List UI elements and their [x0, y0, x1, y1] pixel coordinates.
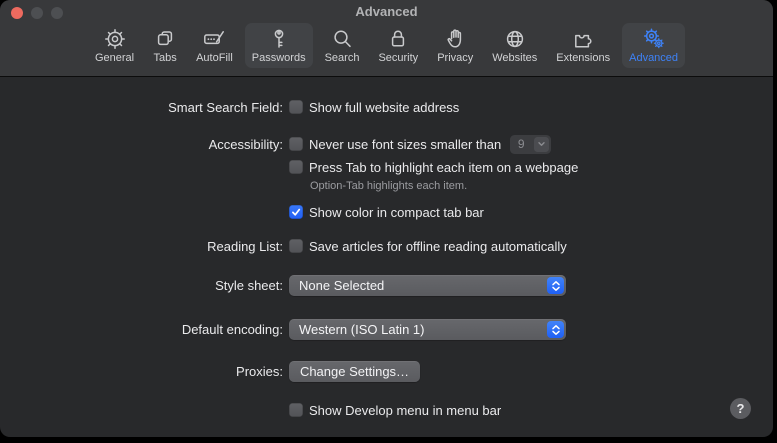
toolbar-tab-label: Websites — [492, 52, 537, 64]
font-size-select: 9 — [510, 135, 551, 154]
save-articles-offline-checkbox[interactable] — [289, 239, 303, 253]
check-icon — [291, 207, 301, 217]
help-button[interactable]: ? — [730, 398, 751, 419]
show-full-address-text: Show full website address — [309, 100, 459, 115]
key-icon — [267, 26, 291, 51]
toolbar-tab-tabs[interactable]: Tabs — [146, 23, 184, 68]
show-develop-menu-checkbox[interactable] — [289, 403, 303, 417]
toolbar-tab-label: General — [95, 52, 134, 64]
style-sheet-row: Style sheet: None Selected — [0, 275, 773, 296]
never-use-font-sizes-checkbox[interactable] — [289, 137, 303, 151]
show-full-address-checkbox[interactable] — [289, 100, 303, 114]
lock-icon — [386, 26, 410, 51]
hand-icon — [443, 26, 467, 51]
show-develop-menu-text: Show Develop menu in menu bar — [309, 403, 501, 418]
magnifier-icon — [330, 26, 354, 51]
show-color-compact-tab-checkbox[interactable] — [289, 205, 303, 219]
gear-icon — [103, 26, 127, 51]
toolbar-tab-autofill[interactable]: AutoFill — [189, 23, 240, 68]
toolbar-tab-label: Advanced — [629, 52, 678, 64]
gears-icon — [642, 26, 666, 51]
stepper-icon — [547, 277, 564, 294]
preferences-toolbar: General Tabs — [0, 23, 773, 68]
press-tab-row: Press Tab to highlight each item on a we… — [0, 157, 773, 177]
accessibility-label: Accessibility: — [0, 137, 283, 152]
toolbar-tab-search[interactable]: Search — [318, 23, 367, 68]
default-encoding-label: Default encoding: — [0, 322, 283, 337]
toolbar-tab-label: Security — [378, 52, 418, 64]
globe-icon — [503, 26, 527, 51]
help-label: ? — [737, 401, 745, 416]
window-title: Advanced — [0, 4, 773, 19]
chevron-down-icon — [534, 137, 549, 152]
never-use-font-sizes-text: Never use font sizes smaller than — [309, 137, 501, 152]
toolbar-tab-label: Passwords — [252, 52, 306, 64]
tab-bar-color-row: Show color in compact tab bar — [0, 202, 773, 222]
show-color-compact-tab-text: Show color in compact tab bar — [309, 205, 484, 220]
toolbar-tab-label: Privacy — [437, 52, 473, 64]
window-chrome: Advanced General Tabs — [0, 0, 773, 77]
puzzle-icon — [571, 26, 595, 51]
stepper-icon — [547, 321, 564, 338]
toolbar-tab-general[interactable]: General — [88, 23, 141, 68]
change-settings-button[interactable]: Change Settings… — [289, 361, 420, 382]
default-encoding-value: Western (ISO Latin 1) — [299, 322, 424, 337]
toolbar-tab-websites[interactable]: Websites — [485, 23, 544, 68]
toolbar-tab-label: Search — [325, 52, 360, 64]
toolbar-tab-label: Tabs — [153, 52, 176, 64]
toolbar-tab-advanced[interactable]: Advanced — [622, 23, 685, 68]
reading-list-row: Reading List: Save articles for offline … — [0, 236, 773, 256]
style-sheet-select[interactable]: None Selected — [289, 275, 566, 296]
toolbar-tab-passwords[interactable]: Passwords — [245, 23, 313, 68]
accessibility-font-size-row: Accessibility: Never use font sizes smal… — [0, 134, 773, 154]
develop-menu-row: Show Develop menu in menu bar — [0, 400, 773, 420]
option-tab-note: Option-Tab highlights each item. — [310, 180, 467, 192]
save-articles-offline-text: Save articles for offline reading automa… — [309, 239, 567, 254]
default-encoding-row: Default encoding: Western (ISO Latin 1) — [0, 319, 773, 340]
smart-search-row: Smart Search Field: Show full website ad… — [0, 97, 773, 117]
press-tab-checkbox[interactable] — [289, 160, 303, 174]
proxies-row: Proxies: Change Settings… — [0, 361, 773, 382]
toolbar-tab-label: Extensions — [556, 52, 610, 64]
toolbar-tab-security[interactable]: Security — [371, 23, 425, 68]
proxies-label: Proxies: — [0, 364, 283, 379]
press-tab-text: Press Tab to highlight each item on a we… — [309, 160, 578, 175]
preferences-window: Advanced General Tabs — [0, 0, 773, 437]
style-sheet-label: Style sheet: — [0, 278, 283, 293]
smart-search-label: Smart Search Field: — [0, 100, 283, 115]
tabs-icon — [153, 26, 177, 51]
style-sheet-value: None Selected — [299, 278, 384, 293]
reading-list-label: Reading List: — [0, 239, 283, 254]
default-encoding-select[interactable]: Western (ISO Latin 1) — [289, 319, 566, 340]
toolbar-tab-privacy[interactable]: Privacy — [430, 23, 480, 68]
toolbar-tab-extensions[interactable]: Extensions — [549, 23, 617, 68]
toolbar-tab-label: AutoFill — [196, 52, 233, 64]
autofill-icon — [202, 26, 226, 51]
font-size-value: 9 — [510, 137, 532, 151]
